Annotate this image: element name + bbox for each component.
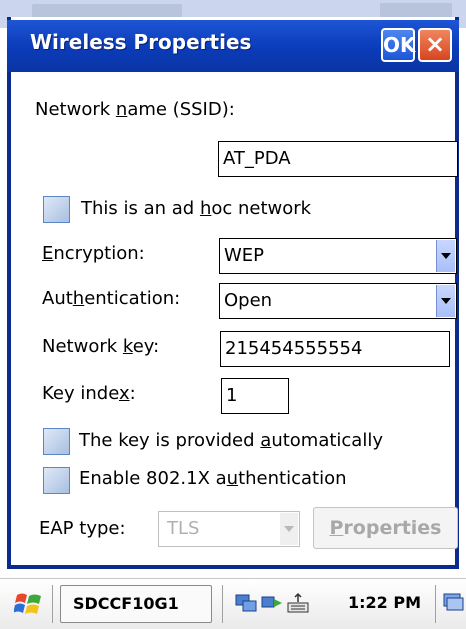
ssid-input[interactable]: AT_PDA: [218, 141, 458, 177]
eap-type-dropdown[interactable]: TLS: [158, 511, 300, 547]
dot1x-label: Enable 802.1X authentication: [79, 468, 347, 489]
encryption-label: Encryption:: [42, 243, 145, 264]
dropdown-arrow-icon[interactable]: [436, 240, 455, 272]
title-bar: Wireless Properties OK ×: [7, 20, 459, 72]
adhoc-label: This is an ad hoc network: [81, 198, 312, 219]
desktop-tray-icon[interactable]: [440, 591, 464, 615]
connection-tray-icon[interactable]: [260, 591, 284, 615]
taskbar-separator: [222, 585, 223, 623]
ok-button[interactable]: OK: [381, 28, 416, 62]
taskbar-separator: [435, 585, 436, 623]
eap-type-value: TLS: [167, 518, 200, 539]
background-title-ghost: [32, 4, 182, 18]
windows-start-icon[interactable]: [14, 589, 44, 619]
dot1x-checkbox[interactable]: [43, 467, 70, 494]
close-button[interactable]: ×: [418, 28, 452, 62]
key-index-label: Key index:: [42, 383, 136, 404]
taskbar-separator: [52, 585, 53, 623]
encryption-value: WEP: [224, 245, 265, 266]
network-tray-icon[interactable]: [234, 591, 258, 615]
ssid-label: Network name (SSID):: [35, 99, 235, 120]
auto-key-checkbox[interactable]: [43, 428, 70, 455]
network-key-label: Network key:: [42, 336, 160, 357]
dropdown-arrow-icon[interactable]: [436, 285, 455, 317]
window-title: Wireless Properties: [30, 30, 252, 54]
encryption-dropdown[interactable]: WEP: [219, 238, 457, 274]
key-index-input[interactable]: 1: [221, 378, 289, 414]
keyboard-tray-icon[interactable]: [286, 591, 310, 615]
adhoc-checkbox[interactable]: [43, 196, 70, 223]
dropdown-arrow-icon[interactable]: [280, 513, 298, 545]
authentication-label: Authentication:: [42, 288, 181, 309]
properties-button[interactable]: Properties: [313, 507, 458, 549]
taskbar: SDCCF10G1 1:22 PM: [0, 578, 466, 629]
auto-key-label: The key is provided automatically: [79, 430, 383, 451]
task-button-sdccf10g1[interactable]: SDCCF10G1: [60, 585, 212, 623]
authentication-value: Open: [224, 290, 273, 311]
authentication-dropdown[interactable]: Open: [219, 283, 457, 319]
network-key-input[interactable]: 215454555554: [220, 331, 450, 367]
eap-type-label: EAP type:: [39, 518, 126, 539]
clock[interactable]: 1:22 PM: [348, 593, 421, 612]
